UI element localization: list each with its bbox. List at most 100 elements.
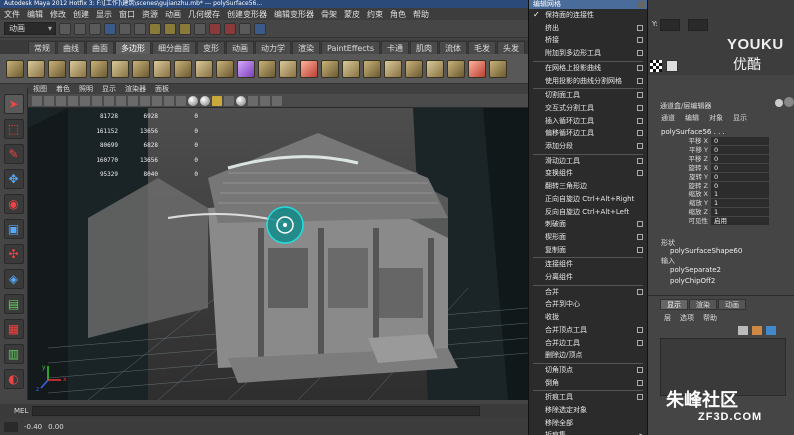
attribute-value[interactable]: 0 xyxy=(711,154,769,163)
new-layer-selected-icon[interactable] xyxy=(752,326,762,335)
poly-cube-icon[interactable] xyxy=(27,59,45,78)
shelf-tab[interactable]: 动力学 xyxy=(255,41,291,54)
attribute-row[interactable]: 旋转 Y0 xyxy=(661,172,771,181)
new-layer-icon[interactable] xyxy=(738,326,748,335)
open-scene-icon[interactable] xyxy=(74,22,86,35)
shelf-tab[interactable]: 细分曲面 xyxy=(152,41,196,54)
attribute-value[interactable]: 0 xyxy=(711,163,769,172)
option-box-icon[interactable] xyxy=(637,246,643,253)
attribute-row[interactable]: 可见性 启用 xyxy=(661,217,771,226)
option-box-icon[interactable] xyxy=(637,24,643,31)
shape-node[interactable]: polySurfaceShape60 xyxy=(670,247,742,255)
edit-mesh-menu-item[interactable]: 添加分段 xyxy=(529,140,647,152)
poly-sphere-icon[interactable] xyxy=(6,59,24,78)
edit-mesh-menu-item[interactable]: 倒角 xyxy=(529,377,647,389)
viewport-menu-item[interactable]: 面板 xyxy=(155,84,169,94)
viewport-menu-item[interactable]: 着色 xyxy=(56,84,70,94)
shelf-tab[interactable]: 卡通 xyxy=(381,41,409,54)
bevel-icon[interactable] xyxy=(489,59,507,78)
image-plane-icon[interactable] xyxy=(68,95,78,106)
attribute-value[interactable]: 1 xyxy=(711,199,769,208)
shelf-tab[interactable]: 动画 xyxy=(226,41,254,54)
option-box-icon[interactable] xyxy=(637,233,643,240)
scale-tool-icon[interactable]: ▣ xyxy=(3,219,24,239)
layout-persp-outliner-icon[interactable]: ▥ xyxy=(3,344,24,364)
material-icon[interactable] xyxy=(666,60,678,72)
option-box-icon[interactable] xyxy=(637,77,643,84)
edit-mesh-menu-item[interactable]: 移除选定对象 xyxy=(529,404,647,416)
hypershade-icon[interactable]: ◐ xyxy=(3,369,24,389)
main-menu-item[interactable]: 资源 xyxy=(142,9,158,20)
option-box-icon[interactable] xyxy=(637,394,643,401)
manipulator-tool-icon[interactable]: ✣ xyxy=(3,244,24,264)
history-icon[interactable] xyxy=(194,22,206,35)
bridge-icon[interactable] xyxy=(405,59,423,78)
shelf-tab[interactable]: 头发 xyxy=(497,41,525,54)
shelf-tab[interactable]: 曲面 xyxy=(86,41,114,54)
input-node-2[interactable]: polyChipOff2 xyxy=(670,277,715,285)
shelf-tab[interactable]: PaintEffects xyxy=(321,41,380,54)
input-line-icon[interactable] xyxy=(254,22,266,35)
shadows-icon[interactable] xyxy=(224,95,234,106)
mel-input[interactable] xyxy=(32,406,481,416)
edit-mesh-menu-item[interactable]: 保持面的连接性 ✓ xyxy=(529,9,647,21)
film-gate-icon[interactable] xyxy=(92,95,102,106)
render-settings-icon[interactable] xyxy=(239,22,251,35)
attribute-value[interactable]: 0 xyxy=(711,137,769,145)
edit-mesh-menu-item[interactable]: 楔形面 xyxy=(529,231,647,243)
option-box-icon[interactable] xyxy=(637,37,643,44)
field-chart-icon[interactable] xyxy=(128,95,138,106)
channel-box-node[interactable]: polySurface56 . . . xyxy=(661,128,725,136)
edit-mesh-menu-item[interactable]: 切割面工具 xyxy=(529,89,647,101)
attribute-value[interactable]: 0 xyxy=(711,145,769,154)
poly-torus-icon[interactable] xyxy=(111,59,129,78)
viewport-menu-item[interactable]: 渲染器 xyxy=(125,84,146,94)
default-material-icon[interactable] xyxy=(188,95,198,106)
channel-box-menu-item[interactable]: 通道 xyxy=(661,113,675,123)
main-menu-item[interactable]: 编辑变形器 xyxy=(274,9,314,20)
wireframe-on-shaded-icon[interactable] xyxy=(260,95,270,106)
edit-mesh-menu-item[interactable]: 折痕集 ▸ xyxy=(529,429,647,435)
poly-platonic-icon[interactable] xyxy=(237,59,255,78)
separate-icon[interactable] xyxy=(279,59,297,78)
attribute-value[interactable]: 0 xyxy=(711,172,769,181)
camera-attr-icon[interactable] xyxy=(44,95,54,106)
rotate-tool-icon[interactable]: ◉ xyxy=(3,194,24,214)
mel-label[interactable]: MEL xyxy=(14,407,28,415)
edit-mesh-menu-item[interactable]: 插入循环边工具 xyxy=(529,115,647,127)
xray-icon[interactable] xyxy=(236,95,246,106)
poly-helix-icon[interactable] xyxy=(195,59,213,78)
attribute-row[interactable]: 缩放 Y1 xyxy=(661,199,771,208)
select-tool-icon[interactable]: ➤ xyxy=(3,94,24,114)
main-menu-item[interactable]: 编辑 xyxy=(27,9,43,20)
shelf-tab[interactable]: 多边形 xyxy=(115,41,151,54)
close-icon[interactable] xyxy=(637,1,645,8)
edit-mesh-menu-item[interactable]: 合并顶点工具 xyxy=(529,324,647,336)
edit-mesh-menu-item[interactable]: 收拢 xyxy=(529,311,647,323)
shelf-tab[interactable]: 变形 xyxy=(197,41,225,54)
poly-plane-icon[interactable] xyxy=(90,59,108,78)
attribute-value[interactable]: 1 xyxy=(711,208,769,217)
fill-hole-icon[interactable] xyxy=(363,59,381,78)
camera-select-icon[interactable] xyxy=(32,95,42,106)
select-hierarchy-icon[interactable] xyxy=(104,22,116,35)
option-box-icon[interactable] xyxy=(637,339,643,346)
shelf-tab[interactable]: 曲线 xyxy=(57,41,85,54)
option-box-icon[interactable] xyxy=(637,366,643,373)
edit-mesh-menu-item[interactable]: 正向自旋边 Ctrl+Alt+Right xyxy=(529,193,647,205)
channel-box-menu-item[interactable]: 编辑 xyxy=(685,113,699,123)
edit-mesh-menu-item[interactable]: 反向自旋边 Ctrl+Alt+Left xyxy=(529,206,647,218)
checker-icon[interactable] xyxy=(650,60,662,72)
attribute-row[interactable]: 旋转 X0 xyxy=(661,163,771,172)
attribute-row[interactable]: 平移 Y0 xyxy=(661,145,771,154)
isolate-select-icon[interactable] xyxy=(248,95,258,106)
attribute-value[interactable]: 1 xyxy=(711,190,769,199)
attribute-value[interactable]: 0 xyxy=(711,181,769,190)
viewport-menu-item[interactable]: 照明 xyxy=(79,84,93,94)
shelf-tab[interactable]: 肌肉 xyxy=(410,41,438,54)
option-box-icon[interactable] xyxy=(637,288,643,295)
layer-options-icon[interactable] xyxy=(766,326,776,335)
channel-box-menu-item[interactable]: 对象 xyxy=(709,113,723,123)
new-scene-icon[interactable] xyxy=(59,22,71,35)
edit-mesh-menu-item[interactable]: 偏移循环边工具 xyxy=(529,127,647,139)
